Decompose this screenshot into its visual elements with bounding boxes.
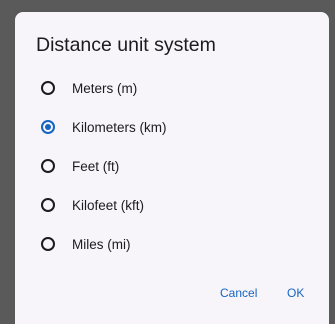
cancel-button[interactable]: Cancel [220,282,257,304]
dialog-title: Distance unit system [36,34,216,56]
option-label: Meters (m) [72,80,138,96]
radio-checked-icon[interactable] [41,120,55,134]
option-label: Miles (mi) [72,236,131,252]
option-label: Feet (ft) [72,158,120,174]
option-kilofeet[interactable]: Kilofeet (kft) [15,185,329,225]
option-meters[interactable]: Meters (m) [15,68,329,108]
option-kilometers[interactable]: Kilometers (km) [15,107,329,147]
option-label: Kilofeet (kft) [72,197,145,213]
radio-unchecked-icon[interactable] [41,159,55,173]
radio-unchecked-icon[interactable] [41,81,55,95]
option-miles[interactable]: Miles (mi) [15,224,329,264]
ok-button[interactable]: OK [287,282,304,304]
radio-unchecked-icon[interactable] [41,198,55,212]
backdrop-scrim-left[interactable] [0,0,14,324]
backdrop-scrim-top[interactable] [0,0,335,10]
option-label: Kilometers (km) [72,119,167,135]
radio-unchecked-icon[interactable] [41,237,55,251]
distance-unit-dialog: Distance unit system Meters (m) Kilomete… [15,12,329,324]
option-feet[interactable]: Feet (ft) [15,146,329,186]
backdrop-scrim-right[interactable] [329,0,335,324]
